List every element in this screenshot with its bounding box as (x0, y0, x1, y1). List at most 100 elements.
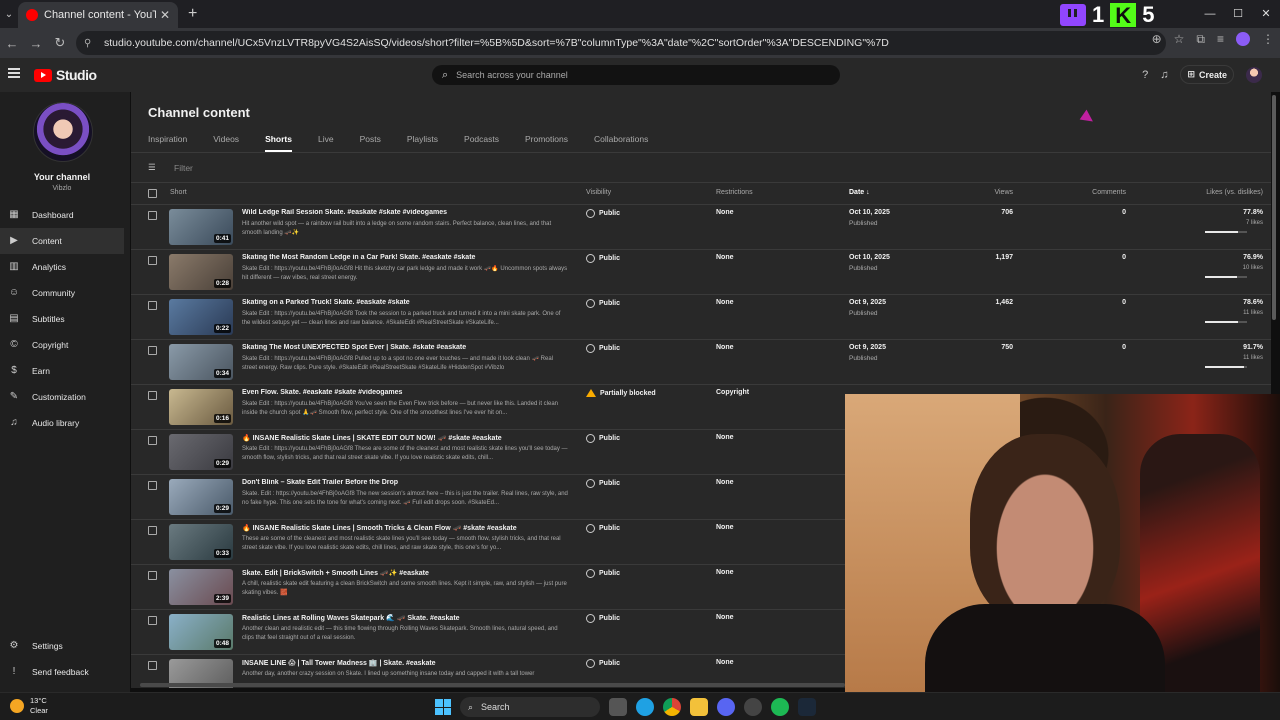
video-title[interactable]: Don't Blink – Skate Edit Trailer Before … (242, 479, 572, 486)
video-title[interactable]: Skate. Edit | BrickSwitch + Smooth Lines… (242, 569, 572, 577)
create-button[interactable]: ⊞ Create (1180, 65, 1234, 84)
site-info-icon[interactable]: ⚲ (84, 38, 96, 49)
task-view-icon[interactable] (609, 698, 627, 716)
tab-inspiration[interactable]: Inspiration (148, 134, 187, 152)
video-thumbnail[interactable]: 0:34 (169, 344, 233, 380)
chrome-icon[interactable] (663, 698, 681, 716)
tab-posts[interactable]: Posts (360, 134, 381, 152)
sidebar-item-audio-library[interactable]: ♫ Audio library (0, 410, 124, 436)
column-comments[interactable]: Comments (1061, 189, 1126, 196)
profile-icon[interactable] (1236, 32, 1250, 46)
extensions-icon[interactable]: ⧉ (1196, 32, 1205, 47)
steam-icon[interactable] (798, 698, 816, 716)
tab-videos[interactable]: Videos (213, 134, 239, 152)
visibility-cell[interactable]: Public (586, 569, 620, 578)
browser-tab[interactable]: Channel content - YouTube Studio ✕ (18, 2, 178, 28)
video-title[interactable]: Skating on a Parked Truck! Skate. #easka… (242, 299, 572, 306)
video-title[interactable]: 🔥 INSANE Realistic Skate Lines | SKATE E… (242, 434, 572, 442)
channel-avatar[interactable] (33, 102, 93, 162)
file-explorer-icon[interactable] (690, 698, 708, 716)
table-row[interactable]: 0:28 Skating the Most Random Ledge in a C… (131, 249, 1271, 294)
help-icon[interactable]: ? (1142, 69, 1148, 81)
obs-icon[interactable] (744, 698, 762, 716)
video-thumbnail[interactable]: 2:39 (169, 569, 233, 605)
visibility-cell[interactable]: Partially blocked (586, 389, 656, 397)
visibility-cell[interactable]: Public (586, 479, 620, 488)
windows-start-icon[interactable] (435, 699, 451, 715)
row-checkbox[interactable] (148, 301, 157, 310)
row-checkbox[interactable] (148, 391, 157, 400)
tab-live[interactable]: Live (318, 134, 334, 152)
maximize-icon[interactable]: ☐ (1224, 0, 1252, 28)
minimize-icon[interactable]: — (1196, 0, 1224, 28)
visibility-cell[interactable]: Public (586, 209, 620, 218)
close-tab-icon[interactable]: ✕ (160, 8, 170, 22)
row-checkbox[interactable] (148, 526, 157, 535)
column-likes[interactable]: Likes (vs. dislikes) (1171, 189, 1263, 196)
taskbar-search[interactable]: ⌕ Search (460, 697, 600, 717)
select-all-checkbox[interactable] (148, 189, 157, 198)
video-title[interactable]: Realistic Lines at Rolling Waves Skatepa… (242, 614, 572, 622)
video-thumbnail[interactable]: 0:33 (169, 524, 233, 560)
visibility-cell[interactable]: Public (586, 614, 620, 623)
sidebar-item-subtitles[interactable]: ▤ Subtitles (0, 306, 124, 332)
horizontal-scrollbar[interactable] (140, 683, 845, 687)
sidebar-item-customization[interactable]: ✎ Customization (0, 384, 124, 410)
edge-icon[interactable] (636, 698, 654, 716)
reload-icon[interactable]: ↻ (48, 35, 72, 51)
column-date[interactable]: Date ↓ (849, 189, 870, 196)
video-title[interactable]: Skating the Most Random Ledge in a Car P… (242, 254, 572, 261)
video-title[interactable]: Skating The Most UNEXPECTED Spot Ever | … (242, 344, 572, 351)
sidebar-item-analytics[interactable]: ▥ Analytics (0, 254, 124, 280)
new-tab-icon[interactable]: + (188, 5, 197, 23)
sidebar-item-settings[interactable]: ⚙ Settings (0, 633, 124, 659)
video-thumbnail[interactable]: 0:22 (169, 299, 233, 335)
search-input[interactable]: ⌕ Search across your channel (432, 65, 840, 85)
row-checkbox[interactable] (148, 211, 157, 220)
visibility-cell[interactable]: Public (586, 659, 620, 668)
discord-icon[interactable] (717, 698, 735, 716)
tab-podcasts[interactable]: Podcasts (464, 134, 499, 152)
address-bar[interactable]: ⚲ studio.youtube.com/channel/UCx5VnzLVTR… (76, 31, 1166, 55)
spotify-icon[interactable] (771, 698, 789, 716)
tab-promotions[interactable]: Promotions (525, 134, 568, 152)
row-checkbox[interactable] (148, 481, 157, 490)
column-restrictions[interactable]: Restrictions (716, 189, 753, 196)
row-checkbox[interactable] (148, 256, 157, 265)
filter-icon[interactable]: ☰ (148, 162, 160, 173)
row-checkbox[interactable] (148, 661, 157, 670)
visibility-cell[interactable]: Public (586, 434, 620, 443)
video-thumbnail[interactable]: 0:16 (169, 389, 233, 425)
zoom-icon[interactable]: ⊕ (1152, 32, 1162, 47)
filter-bar[interactable]: ☰ Filter (148, 162, 193, 173)
video-thumbnail[interactable]: 0:29 (169, 434, 233, 470)
sidebar-item-copyright[interactable]: © Copyright (0, 332, 124, 358)
table-row[interactable]: 0:34 Skating The Most UNEXPECTED Spot Eve… (131, 339, 1271, 384)
sidebar-item-send-feedback[interactable]: ! Send feedback (0, 659, 124, 685)
column-visibility[interactable]: Visibility (586, 189, 611, 196)
notifications-bell-icon[interactable]: ♫ (1160, 69, 1168, 81)
video-thumbnail[interactable]: 0:48 (169, 614, 233, 650)
video-thumbnail[interactable]: 0:41 (169, 209, 233, 245)
sidebar-item-earn[interactable]: $ Earn (0, 358, 124, 384)
tab-playlists[interactable]: Playlists (407, 134, 438, 152)
sidebar-item-dashboard[interactable]: ▦ Dashboard (0, 202, 124, 228)
visibility-cell[interactable]: Public (586, 254, 620, 263)
studio-logo[interactable]: Studio (34, 67, 97, 83)
menu-icon[interactable] (8, 68, 20, 70)
tab-collaborations[interactable]: Collaborations (594, 134, 648, 152)
video-title[interactable]: Wild Ledge Rail Session Skate. #easkate … (242, 209, 572, 216)
sidebar-item-community[interactable]: ☺ Community (0, 280, 124, 306)
video-title[interactable]: INSANE LINE 😱 | Tall Tower Madness 🏢 | S… (242, 659, 572, 667)
bookmark-star-icon[interactable]: ☆ (1174, 32, 1185, 47)
video-thumbnail[interactable]: 0:28 (169, 254, 233, 290)
browser-menu-icon[interactable]: ⋮ (1262, 32, 1274, 47)
vertical-scrollbar[interactable] (1272, 95, 1276, 320)
tab-list-icon[interactable]: ⌄ (0, 0, 18, 28)
visibility-cell[interactable]: Public (586, 299, 620, 308)
forward-icon[interactable]: → (24, 36, 48, 51)
media-icon[interactable]: ≡ (1217, 32, 1224, 47)
tab-shorts[interactable]: Shorts (265, 134, 292, 152)
row-checkbox[interactable] (148, 616, 157, 625)
video-title[interactable]: 🔥 INSANE Realistic Skate Lines | Smooth … (242, 524, 572, 532)
